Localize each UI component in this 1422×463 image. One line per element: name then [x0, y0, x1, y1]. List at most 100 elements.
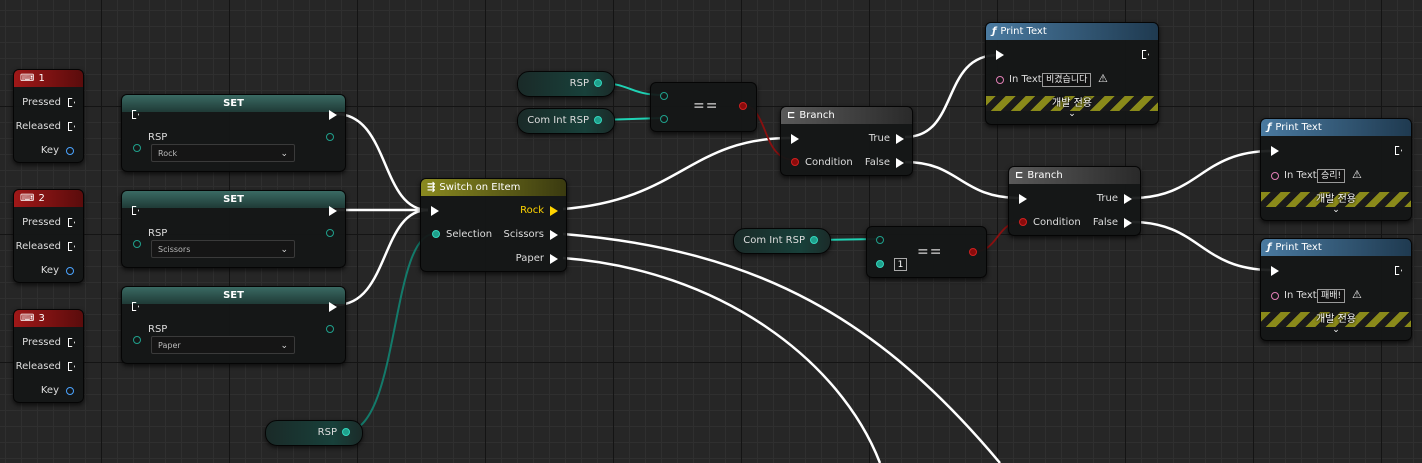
set-node-rock[interactable]: SET RSP Rock ⌄ — [121, 94, 346, 172]
set-node-scissors[interactable]: SET RSP Scissors ⌄ — [121, 190, 346, 268]
key-label: 1 — [38, 73, 45, 84]
print2-exec-out[interactable] — [1395, 146, 1402, 155]
set-var-out-pin[interactable] — [326, 325, 334, 333]
print3-exec-in[interactable] — [1271, 266, 1279, 276]
branch-icon: ⊏ — [1015, 170, 1024, 181]
set-exec-out[interactable] — [329, 110, 337, 120]
print3-in-text-pin[interactable] — [1271, 292, 1279, 300]
print2-in-text-field[interactable]: 승리! — [1317, 169, 1346, 183]
in-text-label: In Text — [1009, 74, 1042, 85]
released-exec-pin[interactable] — [68, 242, 75, 251]
selection-pin[interactable] — [432, 230, 440, 238]
released-exec-pin[interactable] — [68, 122, 75, 131]
branch2-condition-pin[interactable] — [1019, 218, 1027, 226]
set-value-dropdown[interactable]: Rock ⌄ — [151, 144, 295, 162]
set-value: Rock — [158, 149, 178, 158]
rsp-getter-top-label: RSP — [569, 78, 589, 89]
branch2-true-exec-out[interactable] — [1124, 194, 1132, 204]
set-value-dropdown[interactable]: Paper ⌄ — [151, 336, 295, 354]
key-output-label: Key — [40, 265, 59, 276]
switch-exec-in[interactable] — [431, 206, 439, 216]
rsp-getter-top[interactable]: RSP — [517, 71, 615, 97]
print2-title: Print Text — [1275, 122, 1322, 133]
set-value-dropdown[interactable]: Scissors ⌄ — [151, 240, 295, 258]
keyboard-icon: ⌨ — [20, 73, 35, 84]
print3-exec-out[interactable] — [1395, 266, 1402, 275]
print2-in-text-label: In Text — [1284, 170, 1317, 181]
print-text-node-3[interactable]: ƒ Print Text In Text 패배! ⚠ 개발 전용 ⌄ — [1260, 238, 1412, 341]
print-text-node-1[interactable]: ƒ Print Text In Text 비겼습니다 ⚠ 개발 전용 ⌄ — [985, 22, 1159, 125]
branch2-title: Branch — [1027, 170, 1063, 181]
key-label: 3 — [38, 313, 45, 324]
in-text-field[interactable]: 비겼습니다 — [1042, 73, 1092, 87]
set-var-out-pin[interactable] — [326, 229, 334, 237]
false-label: False — [864, 157, 890, 168]
paper-exec-out[interactable] — [550, 254, 558, 264]
com-int-rsp-getter-top[interactable]: Com Int RSP — [517, 108, 615, 134]
print3-in-text-field[interactable]: 패배! — [1317, 289, 1346, 303]
print-exec-in[interactable] — [996, 50, 1004, 60]
branch-title: Branch — [799, 110, 835, 121]
equal2-out-pin[interactable] — [969, 248, 977, 256]
key-output-pin[interactable] — [66, 147, 74, 155]
print-text-node-2[interactable]: ƒ Print Text In Text 승리! ⚠ 개발 전용 ⌄ — [1260, 118, 1412, 221]
branch2-false-exec-out[interactable] — [1124, 218, 1132, 228]
set-var-out-pin[interactable] — [326, 133, 334, 141]
equal2-in-b-pin[interactable] — [876, 260, 884, 268]
equal-out-pin[interactable] — [739, 102, 747, 110]
scissors-exec-out[interactable] — [550, 230, 558, 240]
exec-wire-set-paper — [335, 208, 429, 307]
function-icon: ƒ — [1267, 122, 1272, 133]
scissors-output-label: Scissors — [503, 229, 544, 240]
equal-node-2[interactable]: 1 == — [866, 226, 987, 278]
com-int-rsp-2-pin[interactable] — [810, 236, 818, 244]
key-output-pin[interactable] — [66, 387, 74, 395]
rsp-getter-top-pin[interactable] — [594, 79, 602, 87]
key-event-node-3[interactable]: ⌨ 3 Pressed Released Key — [13, 309, 84, 403]
released-exec-pin[interactable] — [68, 362, 75, 371]
function-icon: ƒ — [992, 26, 997, 37]
rsp-getter-node[interactable]: RSP — [265, 420, 363, 446]
set-exec-out[interactable] — [329, 302, 337, 312]
com-int-rsp-getter-2[interactable]: Com Int RSP — [733, 228, 831, 254]
key-event-node-2[interactable]: ⌨ 2 Pressed Released Key — [13, 189, 84, 283]
chevron-down-icon[interactable]: ⌄ — [1261, 325, 1411, 335]
print2-exec-in[interactable] — [1271, 146, 1279, 156]
branch-exec-in[interactable] — [791, 134, 799, 144]
equal2-in-a-pin[interactable] — [876, 236, 884, 244]
chevron-down-icon[interactable]: ⌄ — [1261, 205, 1411, 215]
rsp-getter-out-pin[interactable] — [342, 428, 350, 436]
branch-node-2[interactable]: ⊏ Branch Condition True False — [1008, 166, 1141, 236]
branch2-exec-in[interactable] — [1019, 194, 1027, 204]
in-text-pin[interactable] — [996, 76, 1004, 84]
rock-exec-out[interactable] — [550, 206, 558, 216]
print-exec-out[interactable] — [1142, 50, 1149, 59]
set-exec-out[interactable] — [329, 206, 337, 216]
set-var-in-pin[interactable] — [133, 336, 141, 344]
warning-icon: ⚠ — [1352, 288, 1362, 301]
equal-node-1[interactable]: == — [650, 82, 757, 132]
set-var-in-pin[interactable] — [133, 144, 141, 152]
key-output-label: Key — [40, 385, 59, 396]
branch-icon: ⊏ — [787, 110, 796, 121]
branch-node-1[interactable]: ⊏ Branch Condition True False — [780, 106, 913, 176]
equal-in-b-pin[interactable] — [660, 115, 668, 123]
true-exec-out[interactable] — [896, 134, 904, 144]
print3-title: Print Text — [1275, 242, 1322, 253]
pressed-exec-pin[interactable] — [68, 338, 75, 347]
set-var-in-pin[interactable] — [133, 240, 141, 248]
key-event-node-1[interactable]: ⌨ 1 Pressed Released Key — [13, 69, 84, 163]
false-exec-out[interactable] — [896, 158, 904, 168]
key-output-pin[interactable] — [66, 267, 74, 275]
chevron-down-icon[interactable]: ⌄ — [986, 109, 1158, 119]
equal-in-a-pin[interactable] — [660, 92, 668, 100]
set-node-paper[interactable]: SET RSP Paper ⌄ — [121, 286, 346, 364]
exec-wire-rock-branch — [562, 136, 791, 211]
switch-on-enum-node[interactable]: ⇶ Switch on EItem Selection Rock Scissors… — [420, 178, 567, 272]
pressed-exec-pin[interactable] — [68, 98, 75, 107]
print2-in-text-pin[interactable] — [1271, 172, 1279, 180]
com-int-rsp-pin[interactable] — [594, 116, 602, 124]
equal2-number-field[interactable]: 1 — [894, 258, 907, 271]
condition-pin[interactable] — [791, 158, 799, 166]
pressed-exec-pin[interactable] — [68, 218, 75, 227]
